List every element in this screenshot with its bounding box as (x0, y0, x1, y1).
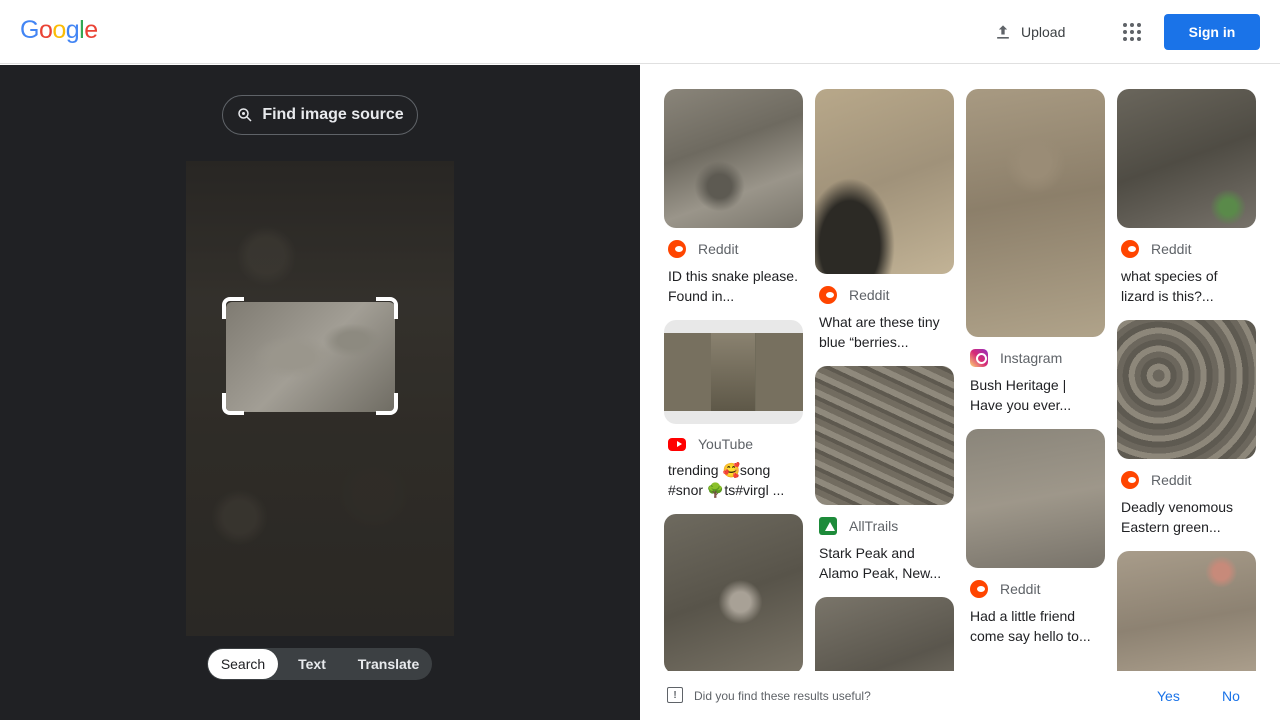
google-logo[interactable]: Google (20, 16, 98, 45)
result-source: Instagram (966, 349, 1105, 367)
upload-label: Upload (1021, 24, 1066, 40)
result-thumbnail[interactable] (966, 429, 1105, 568)
result-source: Reddit (815, 286, 954, 304)
result-title[interactable]: Bush Heritage | Have you ever... (966, 375, 1105, 415)
result-thumbnail[interactable] (815, 366, 954, 505)
result-card[interactable] (815, 597, 954, 671)
source-name: Reddit (849, 287, 890, 303)
crop-handle-top-left[interactable] (222, 297, 244, 319)
crop-handle-bottom-left[interactable] (222, 393, 244, 415)
result-source: YouTube (664, 436, 803, 452)
results-column: Reddit What are these tiny blue “berries… (815, 89, 954, 671)
find-image-source-label: Find image source (262, 106, 404, 123)
result-title[interactable]: Stark Peak and Alamo Peak, New... (815, 543, 954, 583)
source-name: YouTube (698, 436, 754, 452)
query-image[interactable] (186, 161, 454, 636)
mode-switcher: Search Text Translate (207, 648, 432, 680)
result-thumbnail[interactable] (1117, 551, 1256, 671)
source-name: Reddit (1151, 472, 1192, 488)
crop-handle-bottom-right[interactable] (376, 393, 398, 415)
result-card[interactable]: YouTube trending 🥰song #snor 🌳ts#virgl .… (664, 320, 803, 500)
result-source: Reddit (1117, 471, 1256, 489)
result-thumbnail[interactable] (815, 89, 954, 274)
result-thumbnail[interactable] (1117, 89, 1256, 228)
upload-button[interactable]: Upload (993, 20, 1065, 44)
reddit-icon (970, 580, 988, 598)
feedback-bar: ! Did you find these results useful? Yes… (640, 671, 1280, 720)
logo-letter: e (84, 16, 98, 44)
alltrails-icon (819, 517, 837, 535)
results-column: Reddit ID this snake please. Found in...… (664, 89, 803, 671)
feedback-icon: ! (667, 687, 683, 703)
feedback-yes-button[interactable]: Yes (1157, 688, 1180, 704)
result-thumbnail[interactable] (815, 597, 954, 671)
result-title[interactable]: ID this snake please. Found in... (664, 266, 803, 306)
result-thumbnail[interactable] (664, 89, 803, 228)
sign-in-button[interactable]: Sign in (1164, 14, 1260, 50)
result-title[interactable]: Deadly venomous Eastern green... (1117, 497, 1256, 537)
youtube-icon (668, 437, 686, 451)
tab-translate[interactable]: Translate (346, 649, 431, 679)
result-card[interactable]: Reddit what species of lizard is this?..… (1117, 89, 1256, 306)
source-name: Instagram (1000, 350, 1063, 366)
result-source: Reddit (966, 580, 1105, 598)
reddit-icon (1121, 471, 1139, 489)
results-column: Instagram Bush Heritage | Have you ever.… (966, 89, 1105, 660)
result-card[interactable]: Reddit ID this snake please. Found in... (664, 89, 803, 306)
top-bar: Google Upload Sign in (0, 0, 1280, 64)
result-thumbnail[interactable] (1117, 320, 1256, 459)
logo-letter: g (65, 16, 80, 44)
tab-text[interactable]: Text (278, 649, 346, 679)
instagram-icon (970, 349, 988, 367)
result-card[interactable]: Reddit What are these tiny blue “berries… (815, 89, 954, 352)
result-thumbnail[interactable] (664, 320, 803, 424)
source-name: Reddit (698, 241, 739, 257)
result-title[interactable]: Had a little friend come say hello to... (966, 606, 1105, 646)
result-thumbnail[interactable] (664, 514, 803, 671)
reddit-icon (668, 240, 686, 258)
result-source: Reddit (1117, 240, 1256, 258)
google-apps-icon[interactable] (1120, 20, 1144, 44)
upload-icon (997, 25, 1009, 39)
query-image-panel: Find image source Search Text Translate (0, 65, 640, 720)
source-name: Reddit (1000, 581, 1041, 597)
logo-letter: G (20, 16, 39, 44)
reddit-icon (1121, 240, 1139, 258)
result-card[interactable] (1117, 551, 1256, 671)
result-title[interactable]: what species of lizard is this?... (1117, 266, 1256, 306)
tab-search[interactable]: Search (208, 649, 278, 679)
results-column: Reddit what species of lizard is this?..… (1117, 89, 1256, 671)
visual-matches-grid: Reddit ID this snake please. Found in...… (640, 65, 1280, 671)
feedback-question: Did you find these results useful? (694, 689, 871, 703)
result-card[interactable]: AllTrails Stark Peak and Alamo Peak, New… (815, 366, 954, 583)
crop-selection[interactable] (226, 302, 395, 412)
logo-letter: o (52, 16, 66, 44)
logo-letter: o (38, 16, 53, 44)
result-card[interactable]: Reddit Had a little friend come say hell… (966, 429, 1105, 646)
reddit-icon (819, 286, 837, 304)
find-image-source-button[interactable]: Find image source (222, 95, 418, 135)
result-thumbnail[interactable] (966, 89, 1105, 337)
source-name: AllTrails (849, 518, 899, 534)
result-source: Reddit (664, 240, 803, 258)
feedback-no-button[interactable]: No (1222, 688, 1240, 704)
result-source: AllTrails (815, 517, 954, 535)
result-card[interactable]: Instagram Bush Heritage | Have you ever.… (966, 89, 1105, 415)
crop-handle-top-right[interactable] (376, 297, 398, 319)
result-card[interactable]: Reddit Deadly venomous Eastern green... (1117, 320, 1256, 537)
result-title[interactable]: trending 🥰song #snor 🌳ts#virgl ... (664, 460, 803, 500)
result-title[interactable]: What are these tiny blue “berries... (815, 312, 954, 352)
source-name: Reddit (1151, 241, 1192, 257)
lens-search-icon (238, 108, 252, 122)
result-card[interactable] (664, 514, 803, 671)
